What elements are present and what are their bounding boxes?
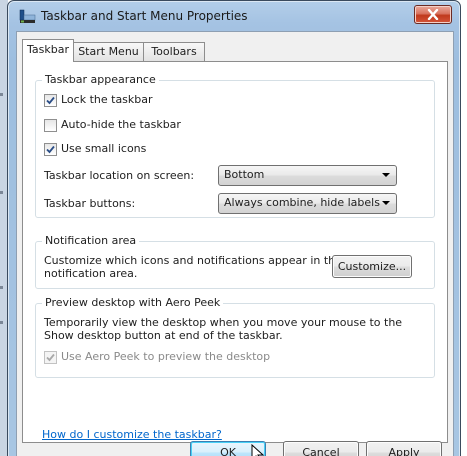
auto-hide-checkbox[interactable]	[44, 119, 57, 132]
lock-taskbar-label: Lock the taskbar	[61, 93, 153, 106]
use-aero-peek-checkbox[interactable]	[44, 351, 57, 364]
taskbar-appearance-group: Taskbar appearance Lock the taskbar Auto…	[35, 73, 435, 218]
window-title: Taskbar and Start Menu Properties	[41, 9, 248, 23]
background-mark	[0, 191, 3, 194]
chevron-down-icon	[382, 173, 390, 177]
checkmark-icon	[46, 145, 55, 154]
background-mark	[0, 93, 3, 96]
small-icons-label: Use small icons	[61, 142, 147, 155]
taskbar-buttons-label: Taskbar buttons:	[44, 197, 136, 210]
tab-toolbars[interactable]: Toolbars	[143, 42, 205, 61]
screen: Taskbar and Start Menu Properties Taskba…	[0, 0, 467, 456]
group-heading: Notification area	[42, 234, 140, 247]
taskbar-buttons-value: Always combine, hide labels	[224, 196, 380, 209]
taskbar-icon	[19, 9, 36, 23]
group-heading: Taskbar appearance	[42, 73, 159, 86]
small-icons-checkbox[interactable]	[44, 143, 57, 156]
properties-window: Taskbar and Start Menu Properties Taskba…	[7, 0, 461, 456]
mouse-pointer-icon	[251, 444, 265, 456]
chevron-down-icon	[382, 201, 390, 205]
auto-hide-label: Auto-hide the taskbar	[61, 118, 181, 131]
tab-taskbar[interactable]: Taskbar	[22, 39, 74, 62]
taskbar-location-dropdown[interactable]: Bottom	[218, 165, 397, 186]
close-icon	[427, 9, 439, 20]
tab-start-menu[interactable]: Start Menu	[72, 42, 145, 61]
notification-area-description: Customize which icons and notifications …	[44, 254, 342, 267]
cancel-button[interactable]: Cancel	[283, 441, 359, 456]
dialog-client-area: Taskbar Start Menu Toolbars Taskbar appe…	[16, 31, 454, 456]
help-link[interactable]: How do I customize the taskbar?	[42, 428, 222, 441]
use-aero-peek-label: Use Aero Peek to preview the desktop	[61, 350, 271, 363]
taskbar-buttons-dropdown[interactable]: Always combine, hide labels	[218, 193, 397, 214]
tab-panel-taskbar: Taskbar appearance Lock the taskbar Auto…	[22, 61, 448, 443]
background-mark	[0, 321, 3, 324]
aero-peek-description: Temporarily view the desktop when you mo…	[44, 316, 403, 329]
aero-peek-description: Show desktop button at end of the taskba…	[44, 329, 283, 342]
lock-taskbar-checkbox[interactable]	[44, 94, 57, 107]
apply-button[interactable]: Apply	[366, 441, 442, 456]
taskbar-location-label: Taskbar location on screen:	[44, 169, 195, 182]
title-bar[interactable]: Taskbar and Start Menu Properties	[8, 1, 460, 31]
notification-area-group: Notification area Customize which icons …	[35, 234, 435, 289]
taskbar-location-value: Bottom	[224, 168, 265, 181]
notification-area-description: notification area.	[44, 267, 138, 280]
checkmark-icon	[46, 353, 55, 362]
customize-button[interactable]: Customize...	[332, 255, 412, 278]
checkmark-icon	[46, 96, 55, 105]
aero-peek-group: Preview desktop with Aero Peek Temporari…	[35, 296, 435, 378]
background-mark	[0, 286, 3, 289]
close-button[interactable]	[414, 5, 452, 24]
group-heading: Preview desktop with Aero Peek	[42, 296, 224, 309]
